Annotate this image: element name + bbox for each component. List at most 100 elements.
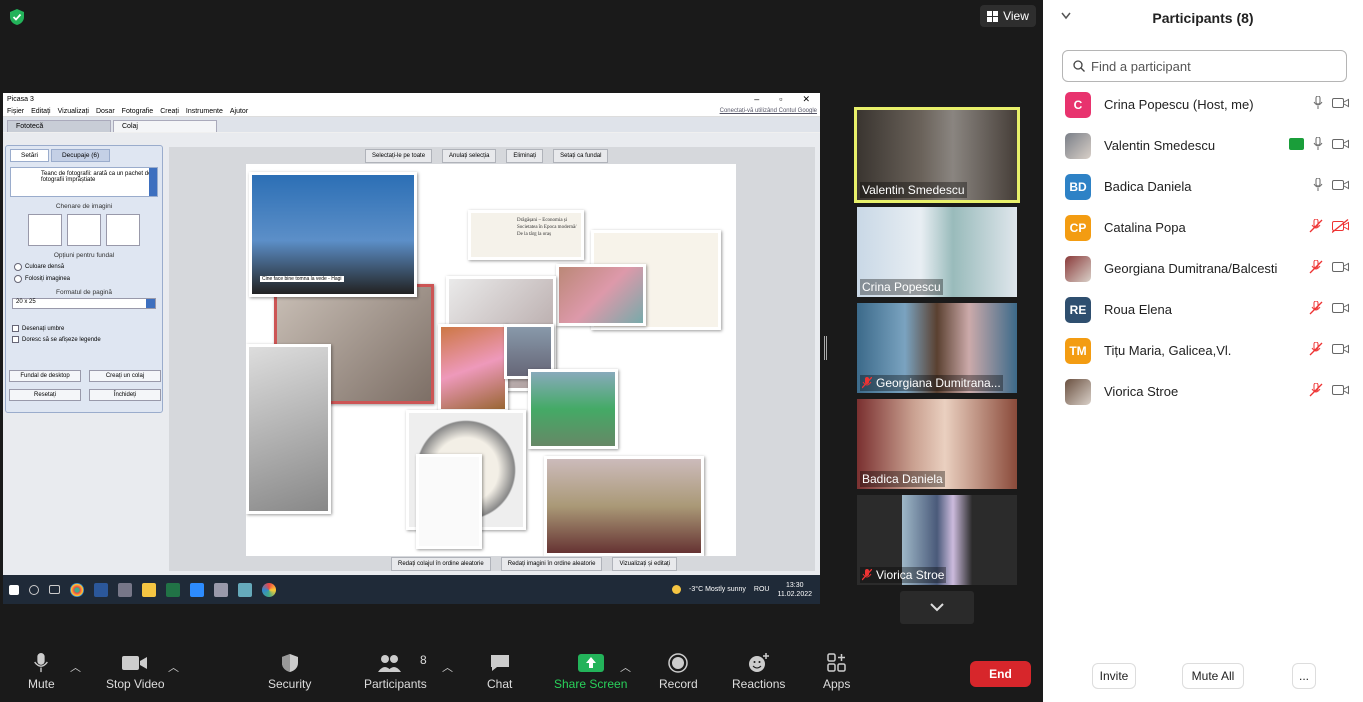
mute-all-button[interactable]: Mute All [1182, 663, 1244, 689]
collage-photo[interactable]: Cine face bine tomna la vede - Hagi [249, 172, 417, 297]
menu-item[interactable]: Ajutor [230, 108, 248, 115]
security-button[interactable]: Security [268, 653, 311, 691]
participant-row[interactable]: BD Badica Daniela [1043, 166, 1363, 207]
menu-item[interactable]: Fotografie [122, 108, 154, 115]
close-icon[interactable]: ✕ [802, 94, 810, 105]
record-button[interactable]: Record [659, 653, 698, 691]
video-tile[interactable]: Viorica Stroe [857, 495, 1017, 585]
picasa-icon[interactable] [262, 582, 276, 597]
tab-clips[interactable]: Decupaje (6) [50, 149, 111, 162]
participants-button[interactable]: 8 Participants [364, 653, 427, 691]
participant-row[interactable]: TM Tițu Maria, Galicea,Vl. [1043, 330, 1363, 371]
google-account-link[interactable]: Conectați-vă utilizând Contul Google [720, 108, 820, 114]
language-indicator[interactable]: ROU [754, 586, 770, 593]
tab-library[interactable]: Fototecă [7, 120, 111, 132]
reset-button[interactable]: Resetați [9, 389, 81, 401]
collage-photo[interactable] [544, 456, 704, 556]
gallery-next-button[interactable] [900, 591, 974, 624]
task-view-icon[interactable] [49, 585, 60, 594]
view-button[interactable]: View [980, 5, 1036, 27]
video-tile[interactable]: Badica Daniela [857, 399, 1017, 489]
page-format-select[interactable]: 20 x 25 [12, 298, 156, 309]
menu-item[interactable]: Instrumente [186, 108, 223, 115]
video-tile[interactable]: Crina Popescu [857, 207, 1017, 297]
weather-text[interactable]: -3°C Mostly sunny [689, 586, 746, 593]
excel-icon[interactable] [166, 582, 180, 597]
collage-photo[interactable] [416, 454, 482, 549]
participant-row[interactable]: Georgiana Dumitrana/Balcesti [1043, 248, 1363, 289]
search-input[interactable] [1091, 58, 1331, 74]
select-all-button[interactable]: Selectați-le pe toate [365, 149, 433, 163]
photos-icon[interactable] [238, 582, 252, 597]
zoom-icon[interactable] [190, 582, 204, 597]
chat-button[interactable]: Chat [487, 653, 512, 691]
view-edit-button[interactable]: Vizualizați și editați [612, 557, 678, 571]
people-icon [378, 655, 401, 672]
more-options-button[interactable]: ... [1292, 663, 1316, 689]
mute-button[interactable]: Mute [28, 653, 55, 691]
apps-button[interactable]: Apps [823, 653, 850, 691]
set-background-button[interactable]: Setați ca fundal [553, 149, 609, 163]
splitter-handle[interactable] [824, 336, 827, 360]
collapse-chevron-icon[interactable] [1061, 12, 1071, 20]
minimize-icon[interactable]: – [754, 94, 759, 105]
mute-options-caret[interactable]: ︿ [70, 659, 81, 675]
invite-button[interactable]: Invite [1092, 663, 1136, 689]
draw-shadows-checkbox[interactable]: Desenați umbre [12, 325, 162, 332]
collage-photo[interactable] [528, 369, 618, 449]
participant-row[interactable]: C Crina Popescu (Host, me) [1043, 84, 1363, 125]
collage-preview[interactable]: Cine face bine tomna la vede - Hagi Drăg… [246, 164, 736, 556]
desktop-background-button[interactable]: Fundal de desktop [9, 370, 81, 382]
tab-collage[interactable]: Colaj [113, 120, 217, 132]
participant-row[interactable]: RE Roua Elena [1043, 289, 1363, 330]
frame-option[interactable] [28, 214, 62, 246]
participant-search[interactable] [1062, 50, 1347, 82]
shuffle-collage-button[interactable]: Redați colajul în ordine aleatorie [391, 557, 491, 571]
bg-image-radio[interactable]: Folosiți imaginea [14, 275, 162, 283]
encryption-shield-icon[interactable] [8, 8, 26, 26]
menu-item[interactable]: Vizualizați [58, 108, 89, 115]
show-captions-checkbox[interactable]: Doresc să se afișeze legende [12, 336, 162, 343]
participants-options-caret[interactable]: ︿ [442, 659, 453, 675]
remove-button[interactable]: Eliminați [506, 149, 544, 163]
folder-icon[interactable] [142, 582, 156, 597]
frame-option[interactable] [67, 214, 101, 246]
participant-row[interactable]: CP Catalina Popa [1043, 207, 1363, 248]
shared-screen[interactable]: Picasa 3 – ▫ ✕ Fișier Editați Vizualizaț… [3, 93, 820, 604]
maximize-icon[interactable]: ▫ [779, 94, 782, 105]
menu-item[interactable]: Creați [160, 108, 179, 115]
frame-option[interactable] [106, 214, 140, 246]
menu-item[interactable]: Fișier [7, 108, 24, 115]
video-tile[interactable]: Valentin Smedescu [854, 107, 1020, 203]
menu-item[interactable]: Dosar [96, 108, 115, 115]
share-screen-button[interactable]: Share Screen [554, 653, 627, 691]
collage-type-select[interactable]: Teanc de fotografii: arată ca un pachet … [10, 167, 158, 197]
chrome-icon[interactable] [70, 582, 84, 597]
close-button[interactable]: Închideți [89, 389, 161, 401]
participant-row[interactable]: Viorica Stroe [1043, 371, 1363, 412]
word-icon[interactable] [94, 582, 108, 597]
collage-photo[interactable]: Drăgășani – Economia și Societatea în Ep… [468, 210, 584, 260]
video-options-caret[interactable]: ︿ [168, 659, 179, 675]
tab-settings[interactable]: Setări [10, 149, 49, 162]
shuffle-images-button[interactable]: Redați imagini în ordine aleatorie [500, 557, 603, 571]
share-options-caret[interactable]: ︿ [620, 659, 631, 675]
stop-video-button[interactable]: Stop Video [106, 653, 165, 691]
create-collage-button[interactable]: Creați un colaj [89, 370, 161, 382]
reactions-button[interactable]: Reactions [732, 653, 785, 691]
video-camera-icon [1332, 344, 1349, 354]
bg-solid-radio[interactable]: Culoare densă [14, 263, 162, 271]
windows-start-icon[interactable] [9, 584, 19, 595]
clock[interactable]: 13:30 11.02.2022 [777, 581, 812, 599]
video-tile[interactable]: Georgiana Dumitrana... [857, 303, 1017, 393]
participant-row[interactable]: Valentin Smedescu [1043, 125, 1363, 166]
menu-item[interactable]: Editați [31, 108, 50, 115]
camera-icon[interactable] [118, 582, 132, 597]
search-icon[interactable] [29, 584, 39, 595]
app-icon[interactable] [214, 582, 228, 597]
end-meeting-button[interactable]: End [970, 661, 1031, 687]
collage-photo[interactable] [438, 324, 508, 412]
collage-photo[interactable] [246, 344, 331, 514]
collage-photo[interactable] [556, 264, 646, 326]
deselect-button[interactable]: Anulați selecția [442, 149, 497, 163]
